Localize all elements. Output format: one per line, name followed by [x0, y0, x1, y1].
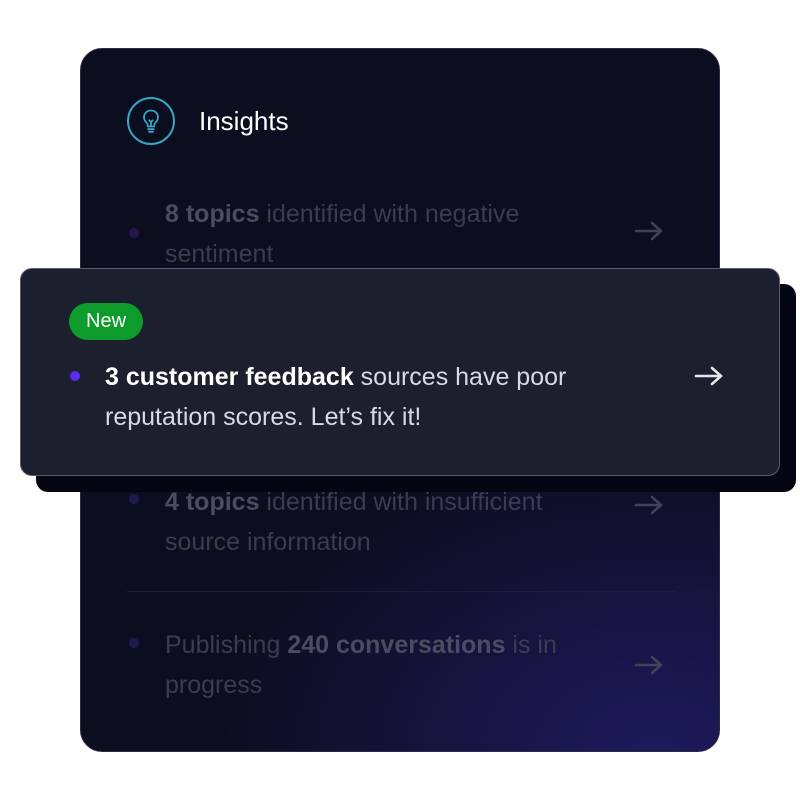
insights-widget: Insights 8 topics identified with negati…: [0, 0, 800, 800]
item-divider: [127, 591, 675, 592]
insights-title: Insights: [199, 105, 289, 136]
insight-card-featured[interactable]: New 3 customer feedback sources have poo…: [20, 268, 780, 476]
insight-text: 8 topics identified with negative sentim…: [165, 194, 595, 274]
arrow-right-icon[interactable]: [633, 494, 665, 521]
new-badge: New: [69, 303, 144, 340]
bullet-dot: [129, 638, 139, 648]
lightbulb-icon: [127, 97, 175, 145]
insight-highlight: 4 topics: [165, 488, 260, 516]
insight-highlight: 8 topics: [165, 200, 260, 228]
insight-highlight: 3 customer feedback: [105, 363, 354, 391]
arrow-right-icon[interactable]: [633, 220, 665, 247]
bullet-dot: [129, 494, 139, 504]
insights-header: Insights: [127, 97, 289, 145]
insight-text: 3 customer feedback sources have poor re…: [105, 357, 645, 437]
arrow-right-icon[interactable]: [693, 365, 725, 392]
bullet-dot: [129, 228, 139, 238]
insight-text: 4 topics identified with insufficient so…: [165, 482, 595, 562]
bullet-dot: [70, 371, 80, 381]
insight-prefix: Publishing: [165, 631, 288, 659]
insight-highlight: 240 conversations: [287, 631, 506, 659]
arrow-right-icon[interactable]: [633, 654, 665, 681]
insight-text: Publishing 240 conversations is in progr…: [165, 625, 595, 705]
